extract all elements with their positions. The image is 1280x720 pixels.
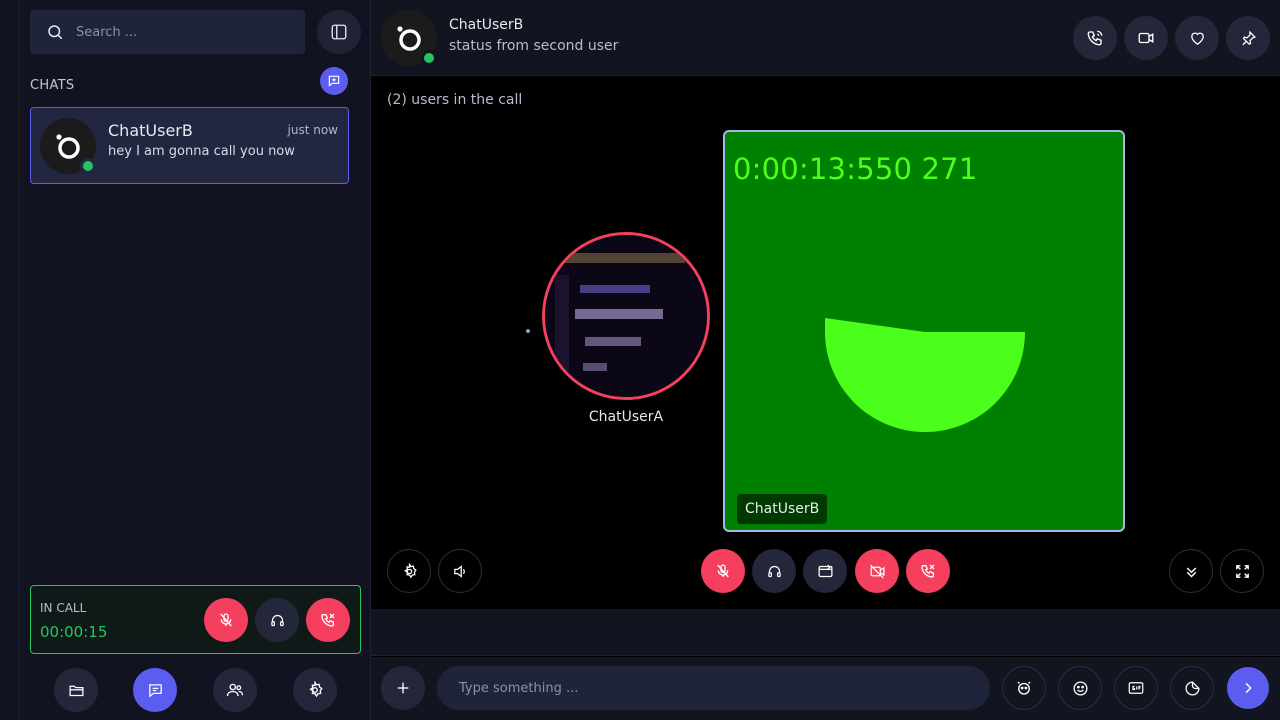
search-box[interactable] <box>30 10 305 54</box>
call-users-count: (2) users in the call <box>387 92 523 108</box>
sticker-icon <box>1184 680 1200 696</box>
chat-item-last-message: hey I am gonna call you now <box>108 144 295 159</box>
speaker-icon <box>453 564 465 578</box>
online-status-dot <box>421 50 437 66</box>
video-call-button[interactable] <box>1124 16 1168 60</box>
attach-button[interactable] <box>381 666 425 710</box>
in-call-duration: 00:00:15 <box>40 623 108 641</box>
header-contact-name: ChatUserB <box>449 17 524 33</box>
video-timer-text: 0:00:13:550 271 <box>733 152 978 186</box>
participant-video-label: ChatUserB <box>737 494 828 524</box>
volume-button[interactable] <box>438 549 482 593</box>
screen-share-button[interactable] <box>803 549 847 593</box>
phone-hangup-icon <box>321 613 335 627</box>
nav-chats-button[interactable] <box>133 668 177 712</box>
pin-button[interactable] <box>1226 16 1270 60</box>
chat-header: ChatUserB status from second user <box>371 0 1280 76</box>
camera-off-button[interactable] <box>855 549 899 593</box>
participant-avatar-chatusera[interactable] <box>542 232 710 400</box>
test-pattern-shape <box>825 318 1025 432</box>
message-area <box>371 609 1280 656</box>
mic-off-icon <box>220 613 232 627</box>
participant-name-chatusera: ChatUserA <box>588 409 664 425</box>
heart-icon <box>1190 32 1204 45</box>
call-end-button[interactable] <box>906 549 950 593</box>
nav-settings-button[interactable] <box>293 668 337 712</box>
participant-video-thumbnail <box>545 235 707 397</box>
sidebar-panel-icon <box>330 23 348 41</box>
send-button[interactable] <box>1227 667 1269 709</box>
app-root: CHATS ChatUserB just now hey I am gonna … <box>0 0 1280 720</box>
chevrons-down-icon <box>1186 566 1196 577</box>
search-input[interactable] <box>76 24 276 40</box>
online-status-dot <box>80 158 96 174</box>
call-settings-button[interactable] <box>387 549 431 593</box>
mic-off-icon <box>717 564 729 578</box>
gif-button[interactable] <box>1114 666 1158 710</box>
expand-icon <box>1235 564 1249 578</box>
favorite-button[interactable] <box>1175 16 1219 60</box>
emoji-icon <box>1072 680 1088 696</box>
chat-item-name: ChatUserB <box>108 121 193 140</box>
call-mute-mic-button[interactable] <box>701 549 745 593</box>
headphones-button[interactable] <box>255 598 299 642</box>
chats-section-label: CHATS <box>30 78 75 93</box>
collapse-call-button[interactable] <box>1169 549 1213 593</box>
emoji-button[interactable] <box>1058 666 1102 710</box>
chevron-right-icon <box>1245 682 1252 694</box>
headphones-icon <box>767 565 781 577</box>
header-contact-status: status from second user <box>449 38 619 54</box>
left-rail <box>0 0 20 720</box>
main-panel: ChatUserB status from second user (2) us… <box>371 0 1280 720</box>
end-call-button[interactable] <box>306 598 350 642</box>
app-logo-icon <box>56 134 80 159</box>
sidebar: CHATS ChatUserB just now hey I am gonna … <box>20 0 371 720</box>
sidebar-nav <box>20 668 371 712</box>
chat-list-item[interactable]: ChatUserB just now hey I am gonna call y… <box>30 107 349 184</box>
message-composer <box>371 657 1280 720</box>
fullscreen-button[interactable] <box>1220 549 1264 593</box>
sticker-button[interactable] <box>1170 666 1214 710</box>
new-chat-icon <box>327 74 341 88</box>
call-headphones-button[interactable] <box>752 549 796 593</box>
chat-item-time: just now <box>287 123 338 137</box>
headphones-icon <box>270 614 284 626</box>
participant-video-chatuserb[interactable]: 0:00:13:550 271 ChatUserB <box>723 130 1125 532</box>
sidebar-toggle-button[interactable] <box>317 10 361 54</box>
settings-icon <box>403 562 417 578</box>
app-logo-icon <box>397 26 421 51</box>
folder-icon <box>68 685 84 696</box>
ai-assist-button[interactable] <box>1002 666 1046 710</box>
video-camera-icon <box>1138 32 1154 44</box>
screen-share-icon <box>817 564 833 577</box>
message-input[interactable] <box>437 666 990 710</box>
mute-mic-button[interactable] <box>204 598 248 642</box>
chat-icon <box>148 683 162 697</box>
phone-hangup-icon <box>921 564 935 578</box>
speaking-indicator <box>526 329 530 333</box>
in-call-label: IN CALL <box>40 601 87 615</box>
plus-icon <box>397 682 409 694</box>
in-call-panel: IN CALL 00:00:15 <box>30 585 361 654</box>
phone-icon <box>1087 30 1103 46</box>
sparkle-face-icon <box>1017 681 1031 695</box>
search-icon <box>30 23 64 41</box>
pin-icon <box>1241 30 1256 45</box>
new-chat-button[interactable] <box>320 67 348 95</box>
users-icon <box>226 683 244 697</box>
nav-users-button[interactable] <box>213 668 257 712</box>
gif-icon <box>1128 682 1144 694</box>
video-off-icon <box>869 564 885 578</box>
settings-icon <box>309 681 323 698</box>
nav-files-button[interactable] <box>54 668 98 712</box>
voice-call-button[interactable] <box>1073 16 1117 60</box>
